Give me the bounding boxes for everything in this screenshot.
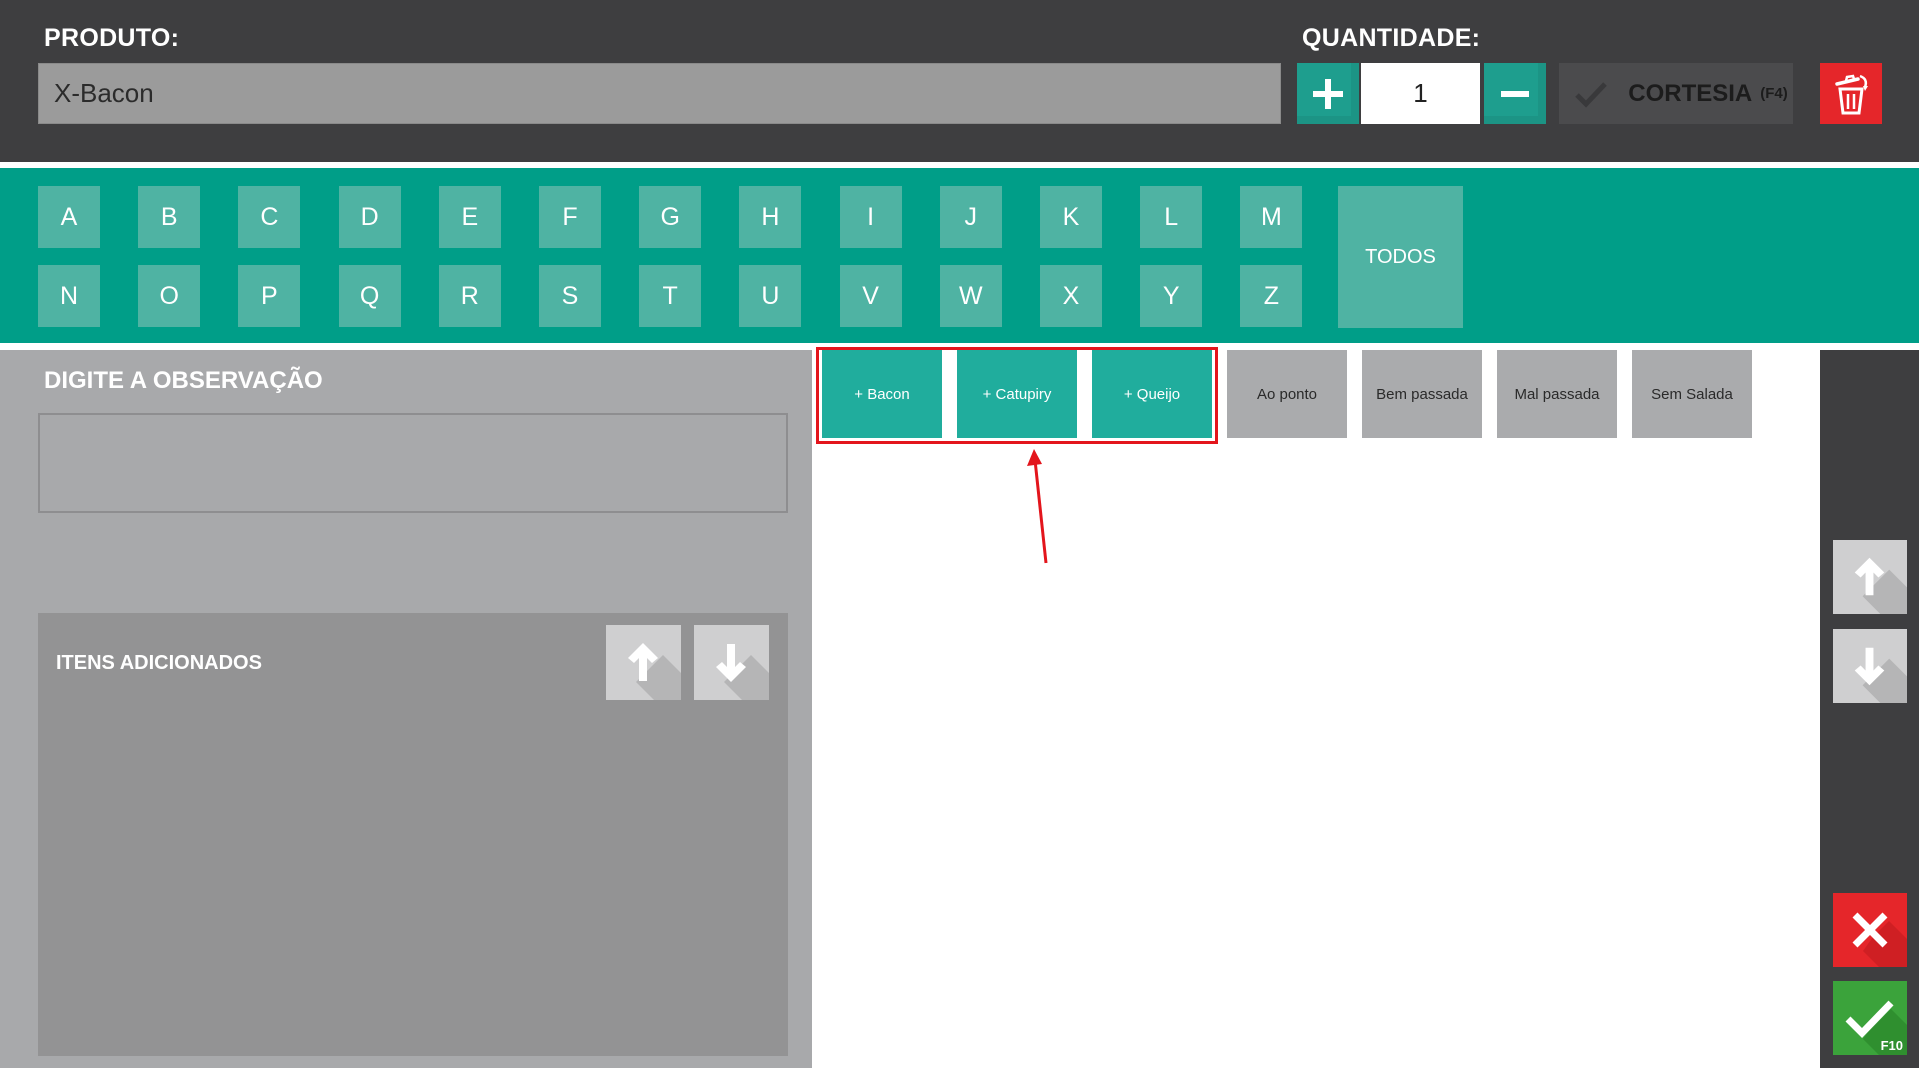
options-scroll-up-button[interactable]	[1833, 540, 1907, 614]
arrow-down-icon	[716, 644, 769, 700]
decrease-quantity-button[interactable]	[1484, 63, 1546, 124]
observation-title: DIGITE A OBSERVAÇÃO	[44, 367, 323, 394]
product-label: PRODUTO:	[44, 24, 180, 52]
letter-button-e[interactable]: E	[438, 186, 501, 248]
options-scroll-down-button[interactable]	[1833, 629, 1907, 703]
arrow-down-icon	[1854, 647, 1907, 703]
letter-button-i[interactable]: I	[839, 186, 902, 248]
letter-button-c[interactable]: C	[238, 186, 301, 248]
letter-button-g[interactable]: G	[639, 186, 702, 248]
letter-button-s[interactable]: S	[539, 265, 601, 327]
added-items-title: ITENS ADICIONADOS	[56, 652, 262, 674]
trash-icon	[1835, 74, 1868, 114]
minus-icon	[1501, 90, 1529, 97]
product-field[interactable]: X-Bacon	[38, 63, 1281, 124]
checkmark-icon	[1575, 81, 1607, 108]
cortesia-label: CORTESIA	[1628, 79, 1753, 107]
filter-all-button[interactable]: TODOS	[1338, 186, 1463, 328]
option-button[interactable]: Sem Salada	[1632, 350, 1752, 438]
letter-button-j[interactable]: J	[939, 186, 1002, 248]
letter-button-z[interactable]: Z	[1240, 265, 1303, 327]
cortesia-button[interactable]: CORTESIA (F4)	[1623, 63, 1793, 124]
arrow-up-icon	[628, 643, 681, 700]
letter-button-v[interactable]: V	[839, 265, 902, 327]
added-items-scroll-up-button[interactable]	[606, 625, 681, 700]
delete-button[interactable]	[1820, 63, 1882, 124]
letter-button-u[interactable]: U	[739, 265, 802, 327]
letter-button-b[interactable]: B	[138, 186, 201, 248]
letter-button-n[interactable]: N	[38, 265, 100, 327]
cancel-button[interactable]	[1833, 893, 1907, 967]
letter-button-a[interactable]: A	[38, 186, 100, 248]
letter-button-t[interactable]: T	[639, 265, 702, 327]
observation-input[interactable]	[38, 413, 788, 513]
option-button[interactable]: Mal passada	[1497, 350, 1617, 438]
letter-button-h[interactable]: H	[739, 186, 802, 248]
increase-quantity-button[interactable]	[1297, 63, 1359, 124]
letter-button-f[interactable]: F	[539, 186, 601, 248]
confirm-shortcut: F10	[1880, 1038, 1903, 1053]
letter-button-q[interactable]: Q	[338, 265, 401, 327]
letter-button-d[interactable]: D	[338, 186, 401, 248]
letter-button-x[interactable]: X	[1040, 265, 1102, 327]
cortesia-shortcut: (F4)	[1760, 85, 1788, 102]
letter-button-w[interactable]: W	[939, 265, 1002, 327]
letter-button-m[interactable]: M	[1240, 186, 1303, 248]
plus-icon	[1313, 78, 1343, 109]
quantity-field[interactable]: 1	[1361, 63, 1480, 124]
highlight-box	[816, 347, 1218, 444]
letter-button-k[interactable]: K	[1040, 186, 1102, 248]
letter-button-o[interactable]: O	[138, 265, 201, 327]
arrow-up-icon	[1854, 557, 1907, 614]
letter-button-p[interactable]: P	[238, 265, 301, 327]
letter-button-y[interactable]: Y	[1140, 265, 1203, 327]
letter-button-l[interactable]: L	[1140, 186, 1203, 248]
annotation-arrow-icon	[1027, 449, 1048, 564]
close-icon	[1852, 912, 1907, 967]
letter-button-r[interactable]: R	[438, 265, 501, 327]
quantity-label: QUANTIDADE:	[1302, 24, 1481, 52]
cortesia-checkbox[interactable]	[1559, 63, 1623, 124]
option-button[interactable]: Bem passada	[1362, 350, 1482, 438]
added-items-scroll-down-button[interactable]	[694, 625, 769, 700]
confirm-button[interactable]: F10	[1833, 981, 1907, 1055]
option-button[interactable]: Ao ponto	[1227, 350, 1347, 438]
